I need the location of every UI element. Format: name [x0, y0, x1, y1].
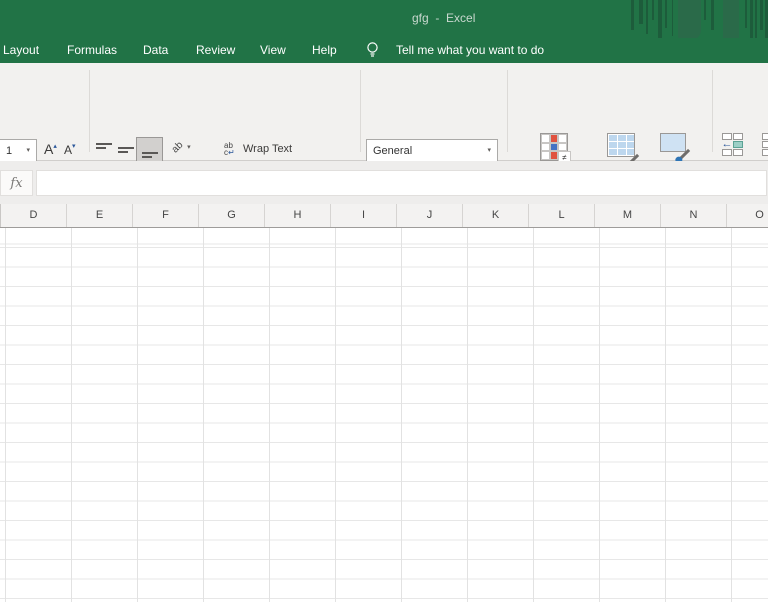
insert-function-button[interactable]: fx	[0, 170, 33, 196]
number-format-value: General	[373, 145, 412, 157]
conditional-formatting-icon: ≠	[540, 133, 568, 161]
middle-align-button[interactable]	[118, 143, 134, 156]
wrap-text-button[interactable]: ab c↵ Wrap Text	[224, 142, 292, 156]
lightbulb-icon	[366, 41, 379, 64]
font-size-combobox[interactable]: 1 ▾	[0, 139, 37, 162]
cell-styles-icon	[660, 133, 686, 152]
tab-view[interactable]: View	[260, 43, 286, 57]
column-header-G[interactable]: G	[199, 204, 265, 227]
ribbon: 1 ▾ A▴ A▾ ▾ A ▾	[0, 63, 768, 161]
tab-data[interactable]: Data	[143, 43, 168, 57]
column-header-M[interactable]: M	[595, 204, 661, 227]
column-header-F[interactable]: F	[133, 204, 199, 227]
spreadsheet-grid[interactable]	[0, 228, 768, 602]
column-header-J[interactable]: J	[397, 204, 463, 227]
wrap-text-icon: ab c↵	[224, 142, 239, 156]
column-header-D[interactable]: D	[1, 204, 67, 227]
excel-window: gfg - Excel Layout Formulas Data Review …	[0, 0, 768, 602]
column-header-N[interactable]: N	[661, 204, 727, 227]
insert-cells-icon: ←	[722, 133, 743, 156]
group-separator	[507, 70, 508, 152]
tell-me-box[interactable]: Tell me what you want to do	[396, 43, 544, 57]
column-header-E[interactable]: E	[67, 204, 133, 227]
column-header-L[interactable]: L	[529, 204, 595, 227]
column-header-K[interactable]: K	[463, 204, 529, 227]
grow-font-button[interactable]: A▴	[44, 141, 57, 159]
shrink-font-button[interactable]: A▾	[64, 141, 76, 159]
orientation-button[interactable]: ab ▾	[172, 142, 191, 153]
tab-help[interactable]: Help	[312, 43, 337, 57]
window-title: gfg - Excel	[412, 11, 475, 25]
delete-cells-icon	[762, 133, 768, 156]
tab-review[interactable]: Review	[196, 43, 235, 57]
tab-layout[interactable]: Layout	[3, 43, 39, 57]
chevron-down-icon: ▾	[26, 147, 30, 154]
column-headers: DEFGHIJKLMNO	[0, 204, 768, 228]
group-separator	[360, 70, 361, 152]
ribbon-tab-bar: Layout Formulas Data Review View Help Te…	[0, 38, 768, 63]
top-align-button[interactable]	[96, 143, 112, 156]
fx-icon: fx	[10, 176, 22, 191]
font-size-value: 1	[6, 145, 12, 157]
format-as-table-icon	[607, 133, 635, 157]
number-format-combobox[interactable]: General ▾	[366, 139, 498, 162]
tab-formulas[interactable]: Formulas	[67, 43, 117, 57]
title-bar: gfg - Excel	[0, 0, 768, 38]
column-header-O[interactable]: O	[727, 204, 768, 227]
group-separator	[89, 70, 90, 152]
chevron-down-icon: ▾	[487, 147, 491, 154]
wrap-text-label: Wrap Text	[243, 143, 292, 155]
formula-input[interactable]	[36, 170, 767, 196]
chevron-down-icon: ▾	[187, 144, 191, 151]
column-header-H[interactable]: H	[265, 204, 331, 227]
column-header-I[interactable]: I	[331, 204, 397, 227]
formula-bar: fx	[0, 161, 768, 204]
